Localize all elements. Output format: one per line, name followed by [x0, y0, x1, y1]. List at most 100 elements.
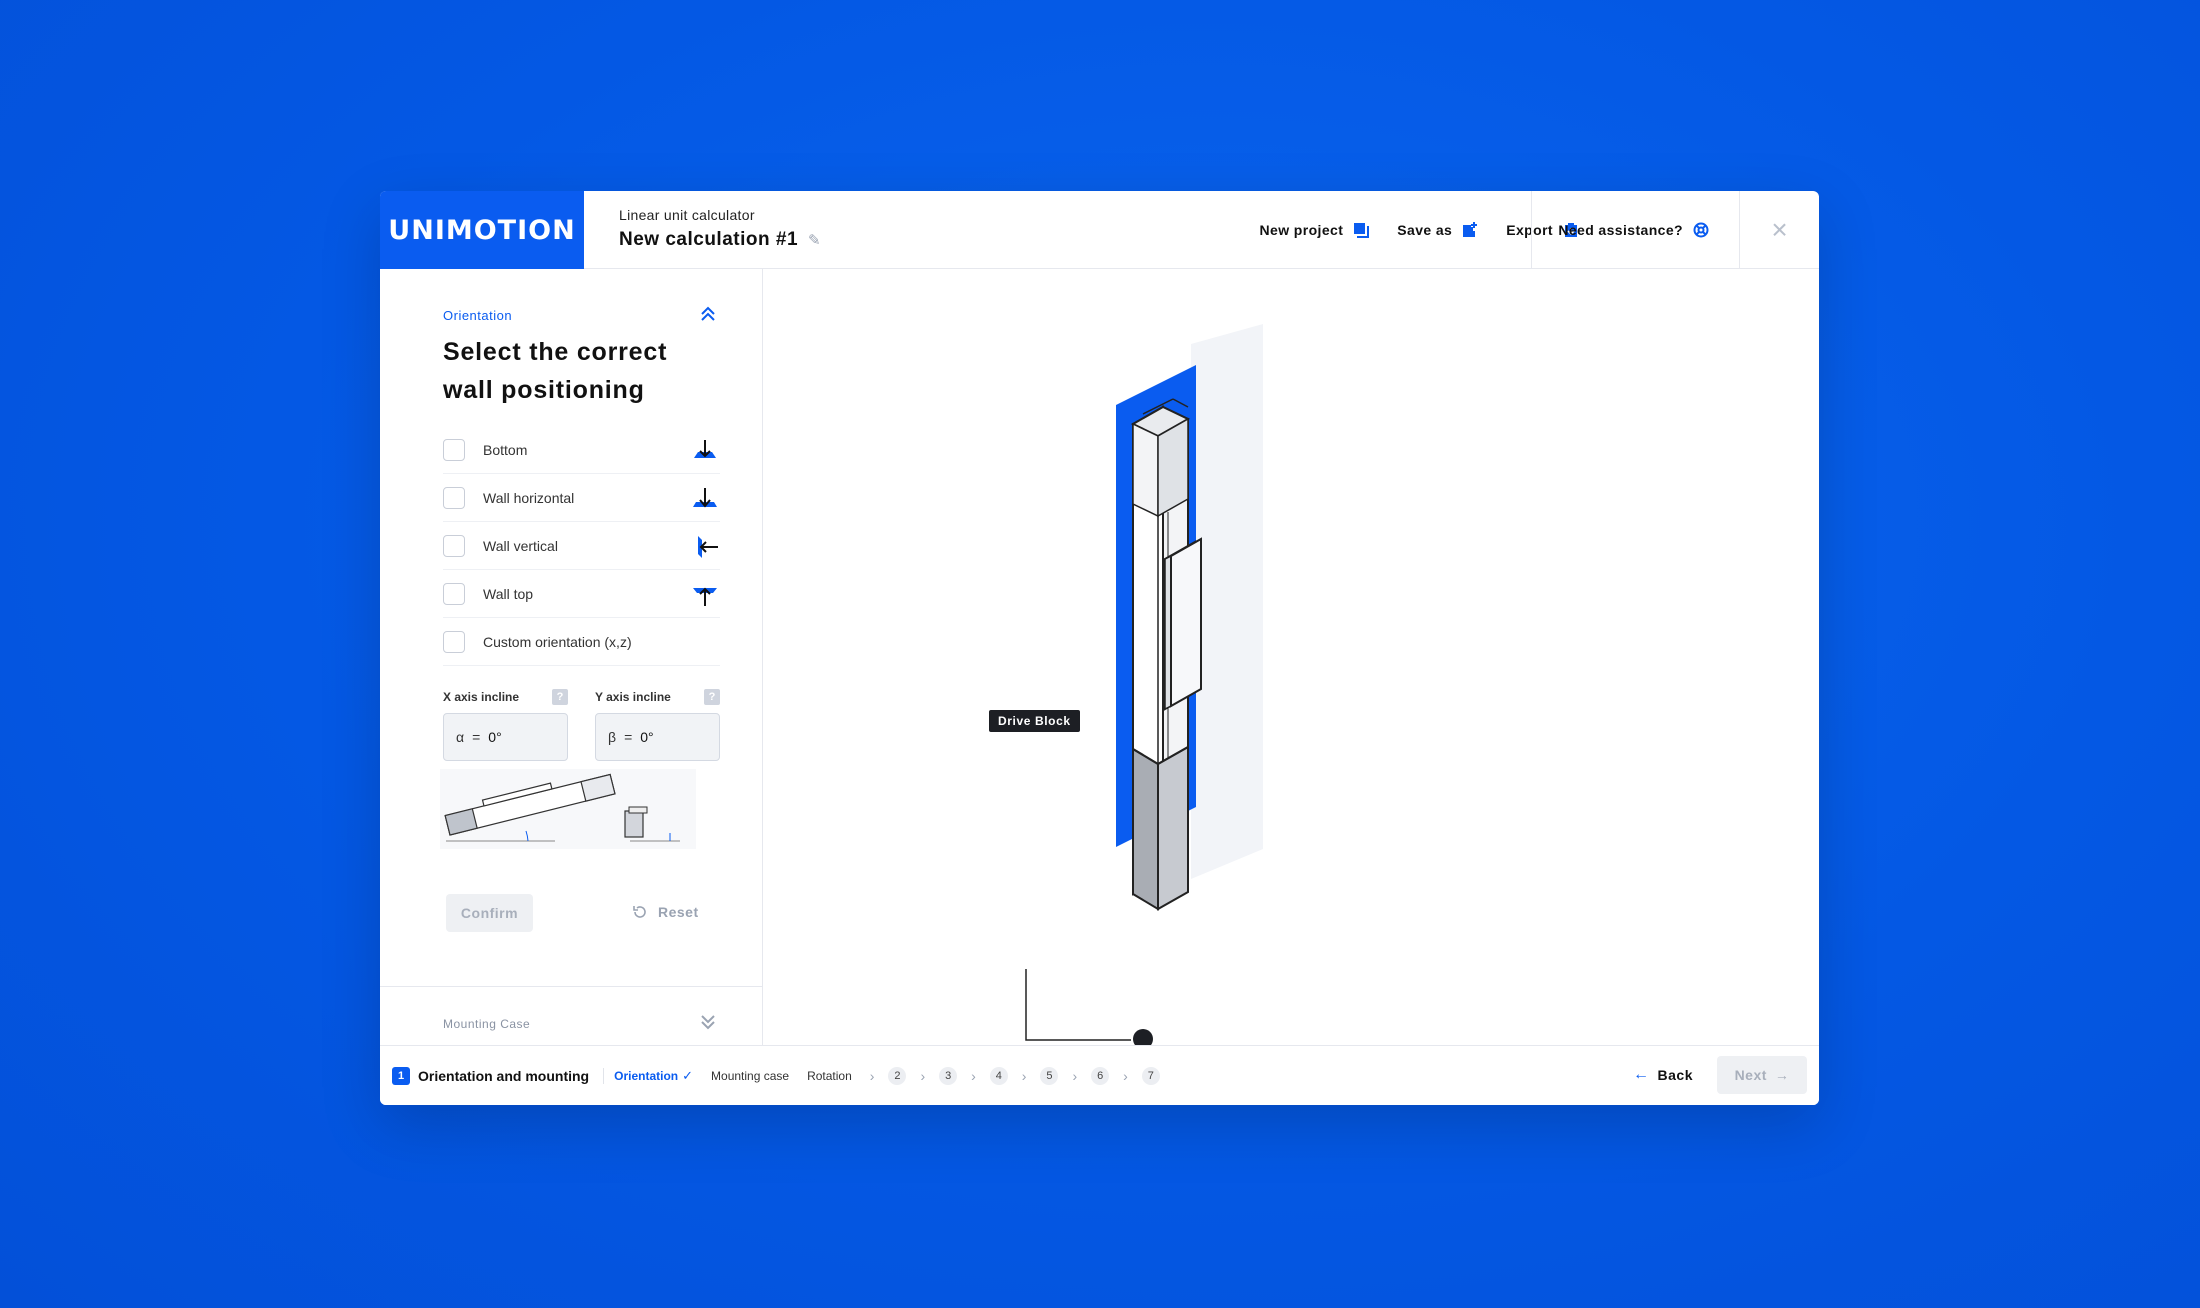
chevron-right-icon: ›	[1123, 1067, 1128, 1084]
save-as-button[interactable]: Save as	[1397, 222, 1478, 238]
substep-orientation[interactable]: Orientation ✓	[614, 1068, 693, 1084]
close-icon: ×	[1771, 214, 1788, 245]
arrow-right-icon: →	[1774, 1067, 1790, 1083]
check-icon: ✓	[682, 1067, 694, 1083]
option-label: Wall top	[483, 585, 534, 602]
y-incline-input[interactable]: β = 0°	[595, 713, 720, 761]
equals-sign: =	[624, 729, 633, 745]
logo-text: UNIMOTION	[388, 214, 576, 246]
logo[interactable]: UNIMOTION	[380, 191, 584, 269]
step-3[interactable]: 3	[939, 1066, 958, 1085]
alpha-symbol: α	[456, 729, 465, 745]
option-label: Custom orientation (x,z)	[483, 633, 632, 650]
reset-icon	[633, 906, 646, 918]
app-subtitle: Linear unit calculator	[619, 207, 755, 223]
section-heading: Select the correct wall positioning	[443, 338, 668, 404]
arrow-down-floor-icon	[694, 440, 716, 458]
lifebuoy-icon	[1693, 222, 1709, 238]
arrow-left-icon: ←	[1633, 1066, 1650, 1083]
checkbox[interactable]	[443, 582, 465, 605]
option-label: Bottom	[483, 441, 528, 458]
close-button[interactable]: ×	[1739, 191, 1819, 269]
mounting-case-section[interactable]: Mounting Case	[380, 986, 763, 1046]
step-4[interactable]: 4	[989, 1066, 1008, 1085]
app-header: UNIMOTION Linear unit calculator New cal…	[380, 191, 1819, 269]
option-label: Wall horizontal	[483, 489, 575, 506]
new-project-icon	[1354, 223, 1370, 238]
drive-block-tag[interactable]: Drive Block	[989, 710, 1080, 732]
save-as-label: Save as	[1397, 222, 1453, 238]
option-label: Wall vertical	[483, 537, 558, 554]
incline-diagram	[440, 769, 696, 849]
reset-label: Reset	[658, 904, 699, 920]
step-list: › 2 › 3 › 4 › 5 › 6 › 7	[869, 1066, 1160, 1085]
need-assistance-label: Need assistance?	[1558, 222, 1683, 238]
step-title: Orientation and mounting	[418, 1067, 605, 1084]
option-bottom[interactable]: Bottom	[443, 426, 720, 474]
checkbox[interactable]	[443, 534, 465, 557]
calculation-title-text: New calculation #1	[619, 229, 799, 250]
reset-button[interactable]: Reset	[632, 904, 699, 920]
substep-rotation[interactable]: Rotation	[807, 1069, 852, 1083]
new-project-label: New project	[1259, 222, 1344, 238]
confirm-button[interactable]: Confirm	[446, 894, 533, 932]
back-button[interactable]: ← Back	[1633, 1066, 1693, 1084]
help-icon[interactable]: ?	[704, 689, 720, 705]
need-assistance-button[interactable]: Need assistance?	[1531, 191, 1709, 269]
y-incline-group: Y axis incline ? β = 0°	[595, 689, 720, 761]
arrow-up-ceiling-icon	[693, 587, 717, 606]
arrow-down-wall-icon	[693, 488, 717, 508]
linear-unit-illustration	[1025, 324, 1263, 1045]
calculation-title: New calculation #1 ✎	[619, 229, 821, 251]
y-incline-value: 0°	[640, 729, 654, 745]
checkbox[interactable]	[443, 486, 465, 509]
substep-mounting-case[interactable]: Mounting case	[711, 1069, 789, 1083]
help-icon[interactable]: ?	[552, 689, 568, 705]
checkbox[interactable]	[443, 630, 465, 653]
x-incline-header: X axis incline ?	[443, 689, 568, 705]
chevron-right-icon: ›	[920, 1067, 926, 1084]
x-incline-value: 0°	[488, 729, 502, 745]
y-incline-label: Y axis incline	[595, 690, 671, 704]
orientation-panel: Orientation Select the correct wall posi…	[380, 269, 763, 1045]
x-incline-group: X axis incline ? α = 0°	[443, 689, 568, 761]
chevron-right-icon: ›	[971, 1067, 976, 1084]
chevron-up-double-icon[interactable]	[697, 303, 719, 325]
section-label: Orientation	[443, 308, 513, 323]
new-project-button[interactable]: New project	[1260, 222, 1370, 238]
option-wall-vertical[interactable]: Wall vertical	[443, 522, 720, 570]
step-5[interactable]: 5	[1040, 1066, 1059, 1085]
option-wall-top[interactable]: Wall top	[443, 570, 720, 618]
incline-inputs: X axis incline ? α = 0° Y axis incline ?…	[443, 689, 720, 761]
substep-orientation-label: Orientation	[614, 1068, 679, 1083]
calculator-window: UNIMOTION Linear unit calculator New cal…	[380, 191, 1819, 1105]
chevron-down-double-icon[interactable]	[697, 1011, 719, 1033]
back-label: Back	[1657, 1067, 1693, 1083]
next-label: Next	[1734, 1067, 1767, 1083]
checkbox[interactable]	[443, 438, 465, 461]
chevron-right-icon: ›	[869, 1067, 875, 1084]
step-navigation: 1 Orientation and mounting Orientation ✓…	[380, 1045, 1819, 1105]
chevron-right-icon: ›	[1021, 1067, 1027, 1084]
step-7[interactable]: 7	[1141, 1066, 1160, 1085]
substep-breadcrumb: Orientation ✓ Mounting case Rotation	[614, 1068, 852, 1084]
3d-preview-canvas[interactable]: Drive Block	[763, 269, 1819, 1045]
equals-sign: =	[472, 729, 481, 745]
y-incline-header: Y axis incline ?	[595, 689, 720, 705]
option-wall-horizontal[interactable]: Wall horizontal	[443, 474, 720, 522]
mounting-case-label: Mounting Case	[443, 1017, 531, 1031]
step-6[interactable]: 6	[1091, 1066, 1110, 1085]
x-incline-label: X axis incline	[443, 690, 520, 704]
save-as-icon	[1463, 222, 1478, 237]
orientation-options: Bottom Wall horizontal Wall vertical Wal…	[443, 426, 720, 666]
option-custom-orientation[interactable]: Custom orientation (x,z)	[443, 618, 720, 666]
step-2[interactable]: 2	[888, 1066, 907, 1085]
step-number-badge: 1	[392, 1066, 410, 1085]
x-incline-input[interactable]: α = 0°	[443, 713, 568, 761]
pencil-icon[interactable]: ✎	[808, 231, 821, 249]
arrow-left-wall-icon	[698, 536, 718, 558]
title-block: Linear unit calculator New calculation #…	[619, 207, 821, 251]
chevron-right-icon: ›	[1072, 1067, 1078, 1084]
next-button[interactable]: Next →	[1717, 1056, 1807, 1094]
beta-symbol: β	[608, 729, 617, 745]
